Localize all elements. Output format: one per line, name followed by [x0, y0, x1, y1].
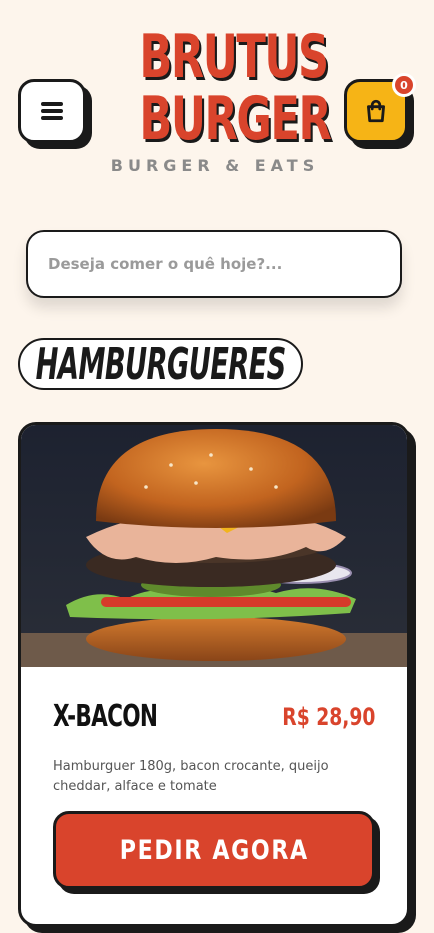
- logo-line-2: BURGER: [139, 84, 331, 154]
- product-card[interactable]: X-BACON R$ 28,90 Hamburguer 180g, bacon …: [18, 422, 410, 927]
- shopping-bag-icon: [367, 99, 385, 123]
- product-description: Hamburguer 180g, bacon crocante, queijo …: [53, 759, 329, 794]
- header: BRUTUS BURGER BURGER & EATS 0: [0, 0, 434, 210]
- cart-count-badge: 0: [392, 73, 416, 97]
- search-bar[interactable]: [26, 230, 402, 298]
- section-header: HAMBURGUERES: [18, 338, 303, 390]
- product-price: R$ 28,90: [281, 703, 375, 731]
- order-now-button[interactable]: PEDIR AGORA: [53, 811, 375, 889]
- product-name: X-BACON: [53, 699, 158, 734]
- section-title: HAMBURGUERES: [35, 338, 286, 390]
- order-now-label: PEDIR AGORA: [119, 834, 309, 866]
- menu-button[interactable]: [18, 79, 86, 143]
- logo-line-1: BRUTUS: [139, 22, 329, 92]
- hamburger-menu-icon: [41, 102, 63, 120]
- brand-logo[interactable]: BRUTUS BURGER BURGER & EATS: [110, 22, 332, 175]
- search-input[interactable]: [48, 255, 400, 273]
- burger-photo: [21, 425, 407, 667]
- tagline: BURGER & EATS: [110, 156, 320, 175]
